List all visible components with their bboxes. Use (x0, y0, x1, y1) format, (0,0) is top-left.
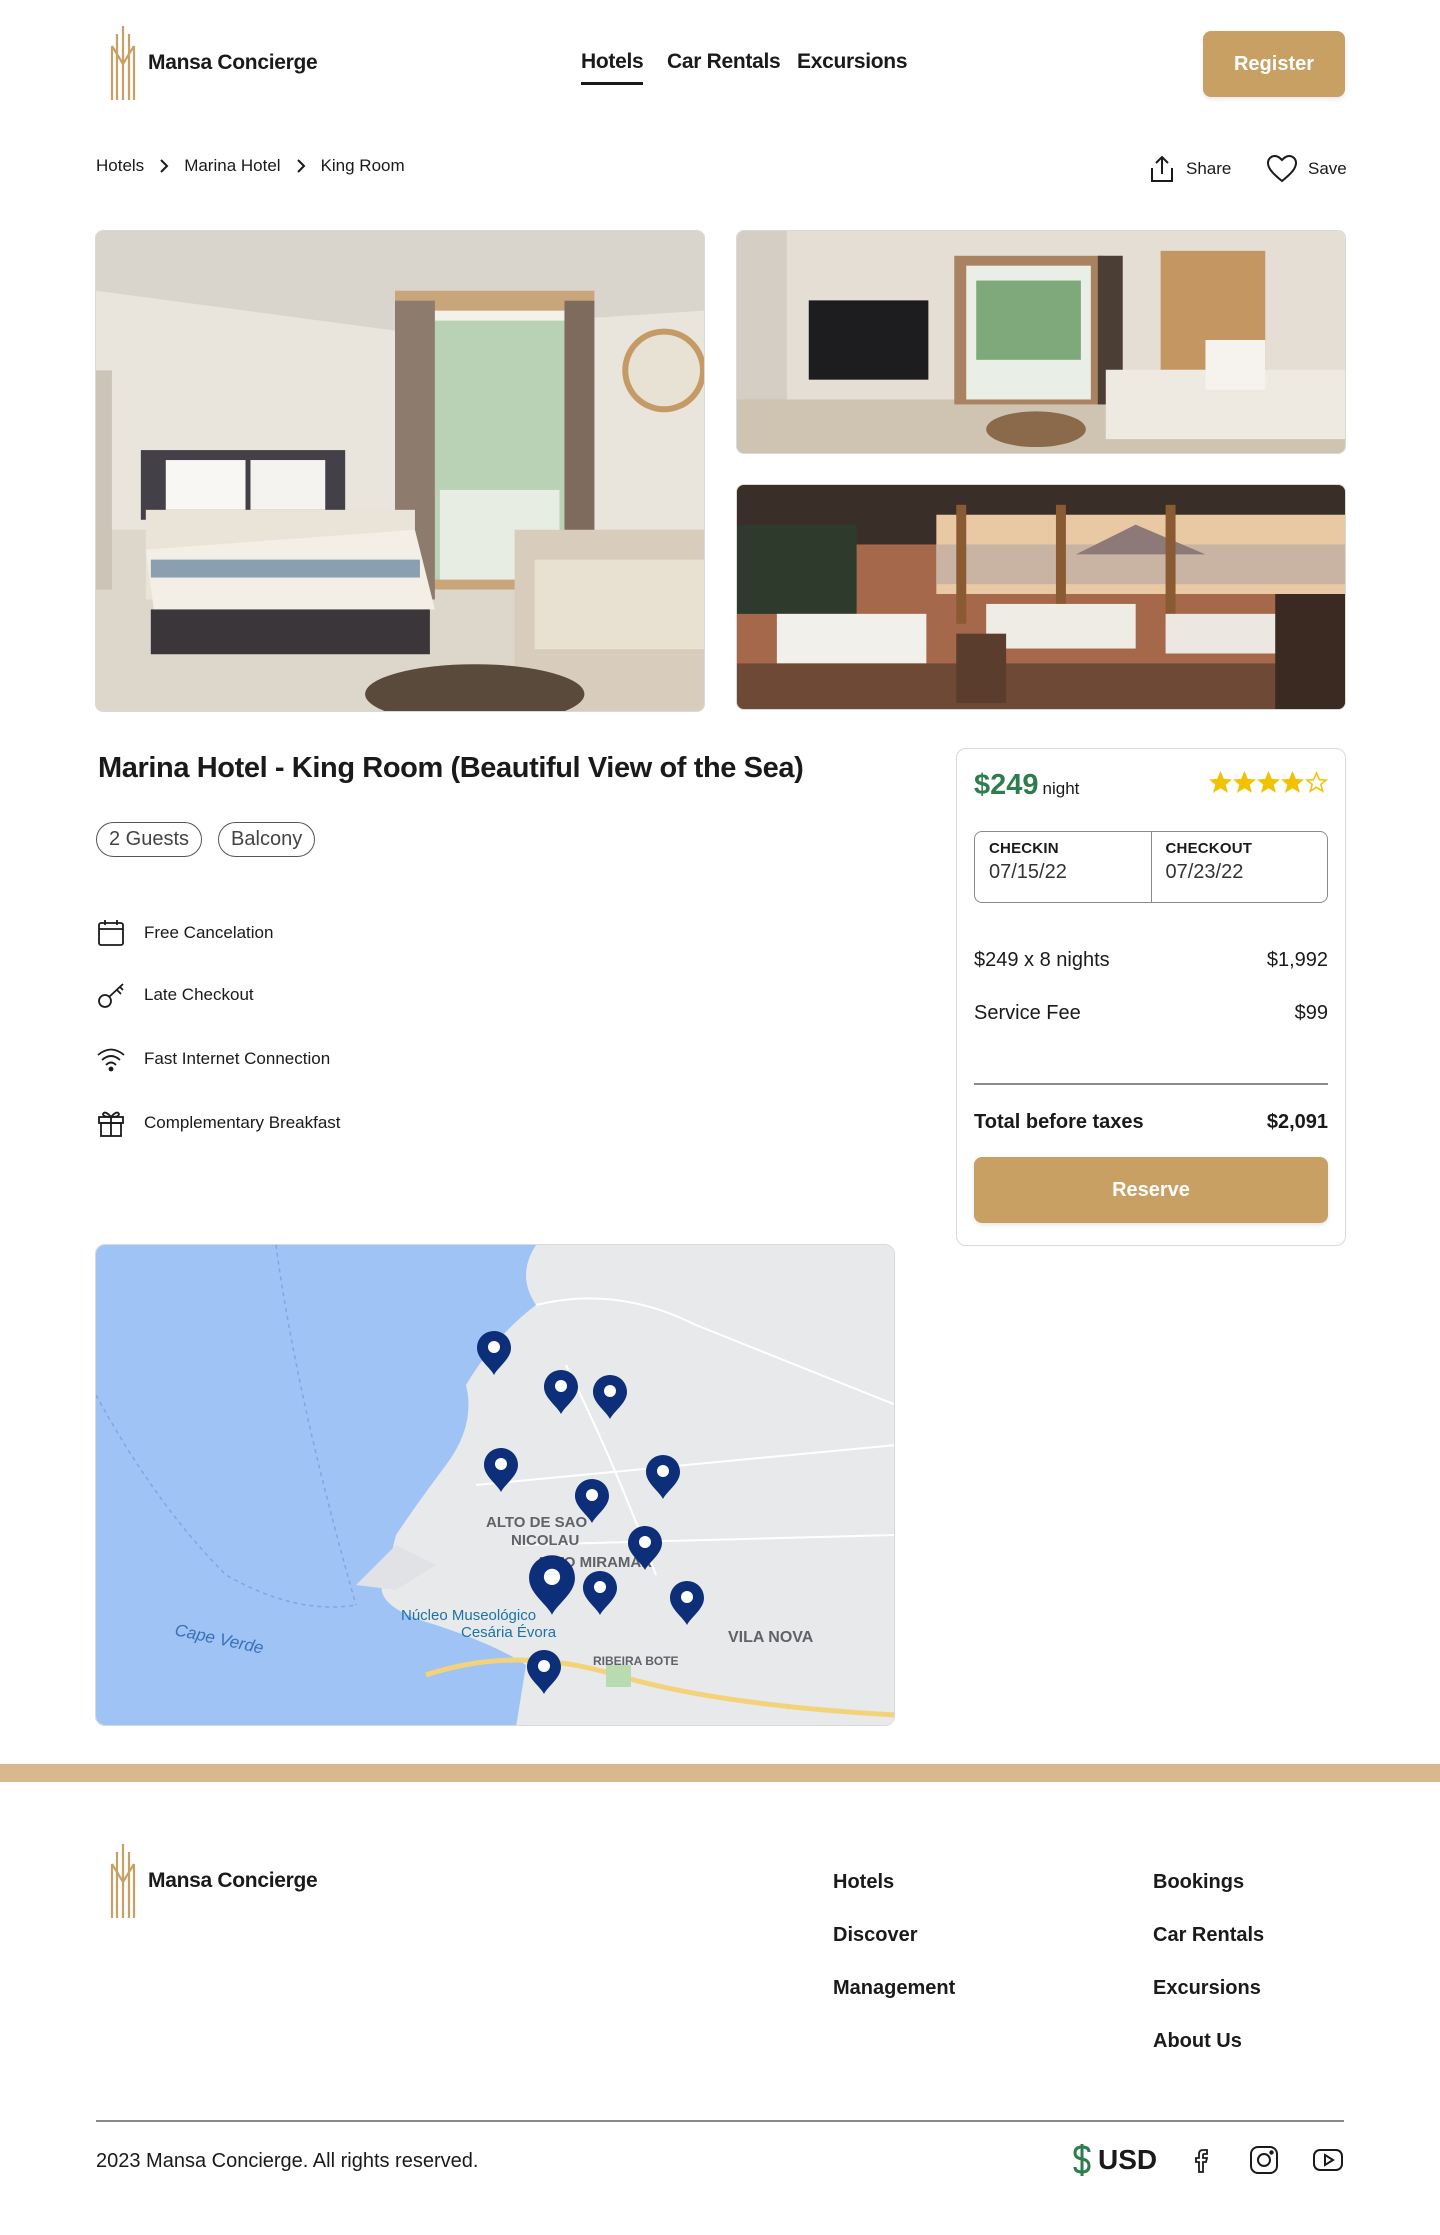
nav-car-rentals[interactable]: Car Rentals (667, 50, 781, 82)
divider (974, 1083, 1328, 1085)
share-label: Share (1186, 159, 1232, 178)
dollar-icon (1073, 2144, 1091, 2176)
gift-icon (98, 1111, 124, 1137)
amenity-label: Free Cancelation (144, 923, 274, 942)
footer-band (0, 1764, 1440, 1782)
nav-excursions[interactable]: Excursions (797, 50, 908, 82)
share-button[interactable]: Share (1148, 154, 1231, 184)
line-nights: $249 x 8 nights $1,992 (974, 949, 1328, 972)
instagram-link[interactable] (1248, 2144, 1280, 2181)
amenity-internet: Fast Internet Connection (96, 1044, 330, 1074)
tag-guests: 2 Guests (96, 822, 203, 857)
listing-title: Marina Hotel - King Room (Beautiful View… (98, 752, 804, 784)
checkin-value: 07/15/22 (989, 861, 1067, 883)
footer-link-bookings[interactable]: Bookings (1153, 1871, 1244, 1894)
heart-icon (1266, 154, 1298, 183)
footer-link-discover[interactable]: Discover (833, 1924, 918, 1947)
map-label-alto-sao: ALTO DE SAO (486, 1514, 587, 1531)
share-icon (1151, 155, 1173, 182)
photo-living-room[interactable] (736, 230, 1346, 454)
star-filled-icon (1257, 771, 1280, 793)
reserve-button[interactable]: Reserve (974, 1157, 1328, 1223)
footer-link-management[interactable]: Management (833, 1977, 955, 2000)
line-service-fee: Service Fee $99 (974, 1002, 1328, 1025)
footer-logo[interactable]: Mansa Concierge (108, 1842, 318, 1920)
instagram-icon (1250, 2146, 1278, 2174)
checkout-field[interactable]: CHECKOUT 07/23/22 (1150, 832, 1328, 902)
photo-bedroom[interactable] (95, 230, 705, 712)
booking-card: $249 night CHECKIN 07/15/22 CHECKOUT 07/… (956, 748, 1346, 1246)
price: $249 (974, 769, 1039, 801)
rating-stars (1209, 771, 1328, 794)
breadcrumb-king-room: King Room (320, 156, 405, 175)
star-empty-icon (1305, 771, 1328, 793)
brand-logo[interactable]: Mansa Concierge (108, 24, 318, 102)
map-label-nicolau: NICOLAU (511, 1532, 579, 1549)
footer-link-hotels[interactable]: Hotels (833, 1871, 894, 1894)
footer-divider (96, 2120, 1344, 2122)
total-label: Total before taxes (974, 1111, 1144, 1133)
tag-balcony: Balcony (218, 822, 316, 857)
photo-restaurant[interactable] (736, 484, 1346, 710)
amenity-cancelation: Free Cancelation (96, 918, 273, 948)
wifi-icon (97, 1048, 125, 1072)
amenity-label: Complementary Breakfast (144, 1113, 341, 1132)
brand-name: Mansa Concierge (148, 51, 318, 74)
youtube-icon (1313, 2149, 1343, 2171)
checkout-value: 07/23/22 (1165, 861, 1244, 883)
key-icon (98, 983, 124, 1008)
chevron-right-icon (160, 159, 169, 173)
facebook-link[interactable] (1186, 2144, 1218, 2181)
save-label: Save (1308, 159, 1347, 178)
line-label: Service Fee (974, 1002, 1081, 1024)
youtube-link[interactable] (1312, 2144, 1344, 2181)
currency-selector[interactable]: USD (1072, 2143, 1157, 2177)
amenity-breakfast: Complementary Breakfast (96, 1108, 341, 1138)
map-label-vila-nova: VILA NOVA (728, 1629, 814, 1646)
checkin-field[interactable]: CHECKIN 07/15/22 (975, 832, 1151, 902)
location-map[interactable]: ALTO DE SAO NICOLAU ALTO MIRAMAR Núcleo … (95, 1244, 895, 1726)
logo-icon (110, 1844, 136, 1918)
checkout-label: CHECKOUT (1165, 840, 1253, 857)
facebook-icon (1195, 2149, 1209, 2173)
footer-link-car-rentals[interactable]: Car Rentals (1153, 1924, 1264, 1947)
map-label-museum-2: Cesária Évora (461, 1624, 557, 1641)
breadcrumb: Hotels Marina Hotel King Room (96, 156, 405, 176)
line-value: $99 (1294, 1002, 1328, 1024)
breadcrumb-hotels[interactable]: Hotels (96, 156, 144, 176)
footer-link-about-us[interactable]: About Us (1153, 2030, 1242, 2053)
total-value: $2,091 (1266, 1111, 1328, 1133)
living-room-image (737, 231, 1345, 453)
star-filled-icon (1209, 771, 1232, 793)
restaurant-image (737, 485, 1345, 709)
line-value: $1,992 (1266, 949, 1328, 971)
save-button[interactable]: Save (1266, 154, 1347, 184)
line-total: Total before taxes $2,091 (974, 1111, 1328, 1134)
copyright: 2023 Mansa Concierge. All rights reserve… (96, 2150, 479, 2172)
map-label-ribeira: RIBEIRA BOTE (593, 1654, 679, 1668)
amenity-label: Late Checkout (144, 985, 254, 1004)
breadcrumb-marina-hotel[interactable]: Marina Hotel (184, 156, 280, 176)
price-unit: night (1042, 779, 1080, 798)
bedroom-image (96, 231, 704, 711)
star-filled-icon (1281, 771, 1304, 793)
amenity-checkout: Late Checkout (96, 980, 254, 1010)
logo-icon (110, 26, 136, 100)
calendar-icon (98, 920, 124, 946)
register-button[interactable]: Register (1203, 31, 1345, 97)
line-label: $249 x 8 nights (974, 949, 1110, 971)
tags: 2 Guests Balcony (96, 822, 316, 857)
star-filled-icon (1233, 771, 1256, 793)
checkin-label: CHECKIN (989, 840, 1059, 857)
date-picker[interactable]: CHECKIN 07/15/22 CHECKOUT 07/23/22 (974, 831, 1328, 903)
footer-brand-name: Mansa Concierge (148, 1869, 318, 1892)
nav-hotels[interactable]: Hotels (581, 50, 644, 85)
map-canvas: ALTO DE SAO NICOLAU ALTO MIRAMAR Núcleo … (96, 1245, 894, 1725)
chevron-right-icon (296, 159, 305, 173)
footer-link-excursions[interactable]: Excursions (1153, 1977, 1261, 2000)
amenity-label: Fast Internet Connection (144, 1049, 331, 1068)
currency-label: USD (1098, 2144, 1158, 2175)
map-label-museum-1: Núcleo Museológico (401, 1607, 536, 1624)
